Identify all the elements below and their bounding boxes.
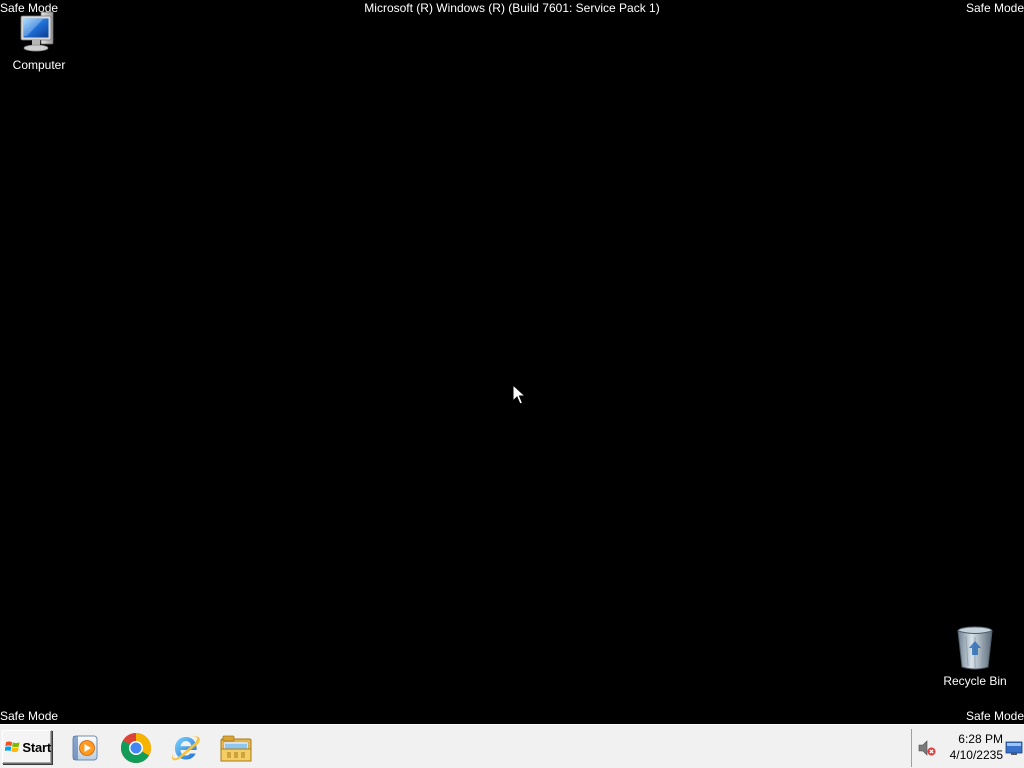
show-desktop-icon[interactable] — [1005, 740, 1023, 756]
desktop-icon-recycle-bin[interactable]: Recycle Bin — [937, 624, 1013, 688]
start-button[interactable]: Start — [2, 730, 52, 764]
taskbar-clock[interactable]: 6:28 PM 4/10/2235 — [940, 731, 1003, 763]
taskbar-chrome[interactable] — [118, 730, 154, 766]
chrome-icon — [120, 733, 152, 764]
safe-mode-label-bottom-left: Safe Mode — [0, 709, 59, 723]
mouse-cursor-icon — [512, 384, 526, 405]
internet-explorer-icon — [171, 736, 200, 761]
desktop-icon-computer[interactable]: Computer — [1, 8, 77, 72]
taskbar-windows-media-player[interactable] — [67, 730, 103, 766]
desktop-icon-label: Computer — [12, 58, 66, 72]
windows-flag-icon — [5, 741, 20, 753]
windows-media-player-icon — [72, 735, 98, 761]
start-button-label: Start — [22, 739, 51, 755]
volume-muted-icon[interactable] — [918, 740, 936, 756]
taskbar-internet-explorer[interactable] — [168, 730, 204, 766]
desktop-icon-label: Recycle Bin — [943, 674, 1007, 688]
desktop[interactable]: Safe Mode Safe Mode Microsoft (R) Window… — [0, 0, 1024, 724]
clock-time: 6:28 PM — [958, 732, 1003, 746]
safe-mode-label-bottom-right: Safe Mode — [965, 709, 1024, 723]
system-tray: 6:28 PM 4/10/2235 — [911, 729, 1024, 767]
build-info-label: Microsoft (R) Windows (R) (Build 7601: S… — [364, 1, 660, 15]
computer-icon — [15, 8, 63, 56]
recycle-bin-icon — [951, 624, 999, 672]
windows-explorer-icon — [220, 735, 252, 762]
taskbar: Start 6:28 PM 4/10/2235 — [0, 724, 1024, 768]
clock-date: 4/10/2235 — [949, 748, 1003, 762]
taskbar-windows-explorer[interactable] — [218, 730, 254, 766]
